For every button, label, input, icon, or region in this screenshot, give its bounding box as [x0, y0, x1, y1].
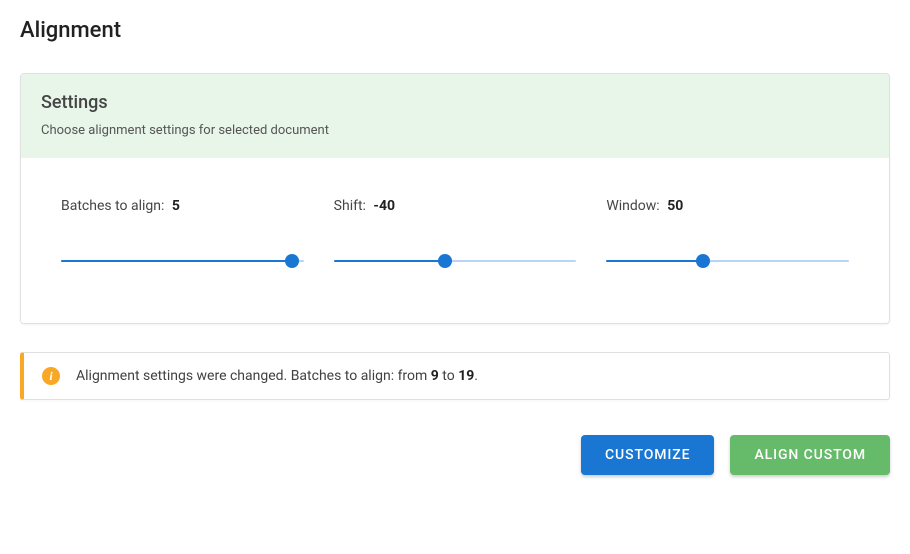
- settings-subtitle: Choose alignment settings for selected d…: [41, 123, 869, 138]
- shift-setting: Shift: -40: [334, 198, 577, 268]
- notice-prefix: Alignment settings were changed. Batches…: [76, 368, 431, 384]
- window-label: Window:: [606, 198, 659, 214]
- notice-to-value: 19: [458, 368, 474, 384]
- action-bar: Customize Align Custom: [20, 435, 890, 475]
- notice-text: Alignment settings were changed. Batches…: [76, 368, 478, 384]
- window-value: 50: [667, 198, 683, 214]
- slider-fill: [334, 260, 446, 262]
- slider-thumb[interactable]: [285, 254, 299, 268]
- batches-value: 5: [172, 198, 180, 214]
- settings-card: Settings Choose alignment settings for s…: [20, 73, 890, 324]
- settings-header: Settings Choose alignment settings for s…: [21, 74, 889, 158]
- shift-label: Shift:: [334, 198, 366, 214]
- shift-value: -40: [373, 198, 395, 214]
- batches-label: Batches to align:: [61, 198, 164, 214]
- slider-fill: [606, 260, 703, 262]
- customize-button[interactable]: Customize: [581, 435, 714, 475]
- batches-slider[interactable]: [61, 254, 304, 268]
- settings-title: Settings: [41, 92, 869, 113]
- batches-label-row: Batches to align: 5: [61, 198, 304, 214]
- align-custom-button[interactable]: Align Custom: [730, 435, 890, 475]
- slider-thumb[interactable]: [696, 254, 710, 268]
- window-label-row: Window: 50: [606, 198, 849, 214]
- notice-from-value: 9: [431, 368, 439, 384]
- change-notice: i Alignment settings were changed. Batch…: [20, 352, 890, 400]
- batches-setting: Batches to align: 5: [61, 198, 304, 268]
- notice-middle: to: [439, 368, 458, 384]
- slider-thumb[interactable]: [438, 254, 452, 268]
- slider-fill: [61, 260, 292, 262]
- notice-suffix: .: [474, 368, 478, 384]
- window-slider[interactable]: [606, 254, 849, 268]
- window-setting: Window: 50: [606, 198, 849, 268]
- info-icon: i: [42, 367, 60, 385]
- shift-label-row: Shift: -40: [334, 198, 577, 214]
- shift-slider[interactable]: [334, 254, 577, 268]
- page-title: Alignment: [20, 18, 890, 43]
- settings-body: Batches to align: 5 Shift: -40 Windo: [21, 158, 889, 323]
